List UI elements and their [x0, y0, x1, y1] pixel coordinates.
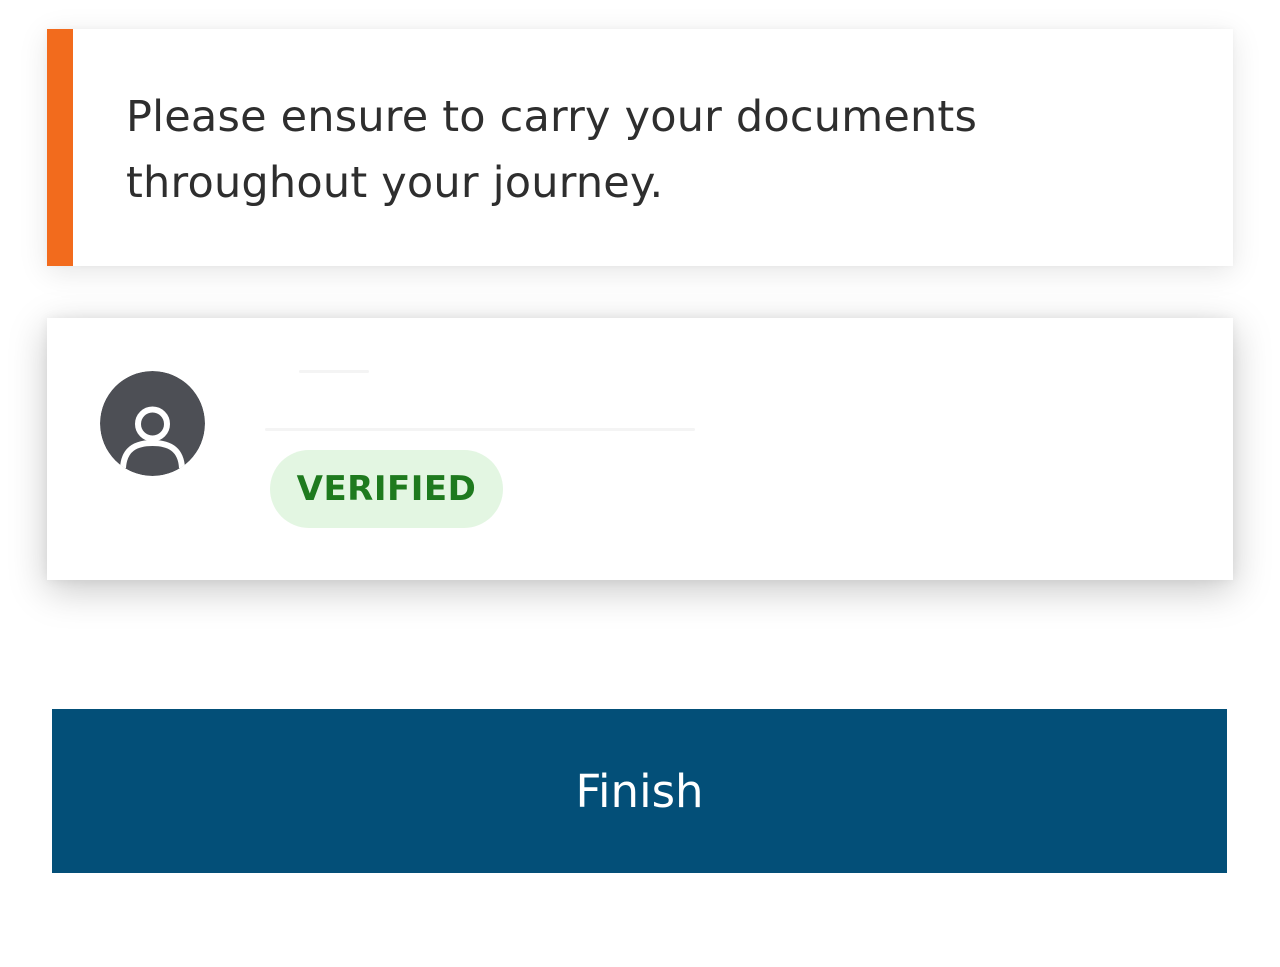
traveller-card: VERIFIED [47, 318, 1233, 580]
redacted-name [299, 370, 369, 373]
verified-status-badge: VERIFIED [270, 450, 503, 528]
user-icon [100, 371, 205, 476]
document-reminder-card: Please ensure to carry your documents th… [47, 29, 1233, 266]
finish-button[interactable]: Finish [52, 709, 1227, 873]
document-reminder-text: Please ensure to carry your documents th… [126, 92, 978, 208]
redacted-details [265, 428, 695, 431]
notice-accent-bar [47, 29, 73, 266]
